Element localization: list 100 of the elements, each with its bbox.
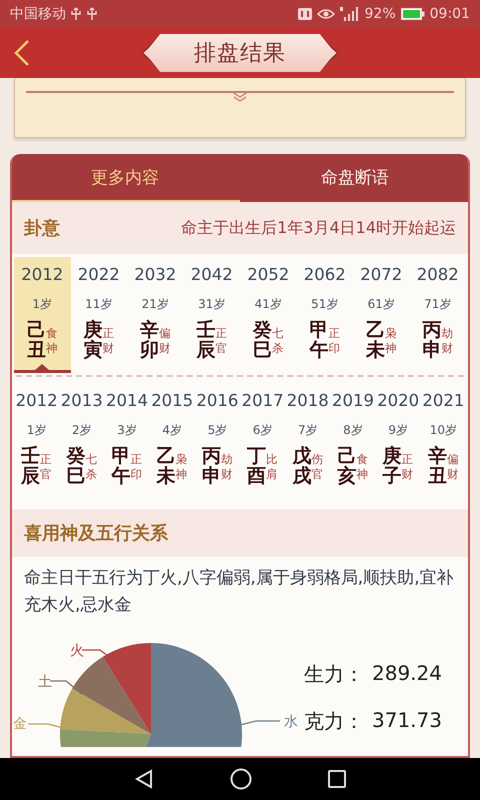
year-label: 2018 xyxy=(286,390,329,410)
god-char: 肩 xyxy=(266,466,278,482)
decade-cell[interactable]: 2082 71岁 丙 申 劫 财 xyxy=(410,257,466,373)
eye-icon xyxy=(316,8,335,20)
decade-cell[interactable]: 2032 21岁 辛 卯 偏 财 xyxy=(127,257,184,373)
age-label: 21岁 xyxy=(142,296,169,313)
god-char: 神 xyxy=(356,466,368,481)
recents-icon[interactable] xyxy=(328,770,346,788)
god-char: 神 xyxy=(176,466,188,482)
age-label: 51岁 xyxy=(311,296,338,313)
branch-char: 辰 xyxy=(196,340,216,361)
tab[interactable]: 命盘断语 xyxy=(240,154,468,202)
pie-label: 水 xyxy=(284,714,298,730)
year-label: 2013 xyxy=(60,390,103,410)
branch-char: 子 xyxy=(382,466,402,487)
year-cell[interactable]: 2014 3岁 甲 午 正 印 xyxy=(104,382,150,499)
battery-icon xyxy=(400,8,425,20)
age-label: 10岁 xyxy=(430,422,458,439)
age-label: 6岁 xyxy=(252,422,272,439)
god-char: 劫 xyxy=(220,452,233,467)
year-cell[interactable]: 2013 2岁 癸 巳 七 杀 xyxy=(59,382,104,499)
decade-cell[interactable]: 2022 11岁 庚 寅 正 财 xyxy=(70,257,127,373)
year-label: 2072 xyxy=(360,265,402,284)
year-cell[interactable]: 2021 10岁 辛 丑 偏 财 xyxy=(420,382,466,499)
year-cell[interactable]: 2019 8岁 己 亥 食 神 xyxy=(330,382,376,499)
home-icon[interactable] xyxy=(230,768,252,790)
status-time: 09:01 xyxy=(430,6,470,22)
age-label: 5岁 xyxy=(208,422,228,439)
god-char: 正 xyxy=(328,326,340,341)
branch-char: 巳 xyxy=(66,466,86,487)
age-label: 61岁 xyxy=(368,296,395,313)
stat-label: 生力： xyxy=(304,661,364,688)
stem-char: 壬 xyxy=(196,321,216,341)
pie-label: 土 xyxy=(38,674,52,690)
selected-marker-icon xyxy=(35,364,50,370)
god-char: 杀 xyxy=(85,466,98,482)
back-icon[interactable] xyxy=(134,769,154,789)
branch-char: 辰 xyxy=(21,466,40,487)
year-cell[interactable]: 2012 1岁 壬 辰 正 官 xyxy=(14,382,60,499)
year-label: 2012 xyxy=(21,265,64,284)
year-cell[interactable]: 2017 6岁 丁 酉 比 肩 xyxy=(240,382,286,499)
battery-percent: 92% xyxy=(364,6,396,22)
stem-char: 壬 xyxy=(21,446,40,467)
god-char: 食 xyxy=(46,326,58,341)
year-label: 2016 xyxy=(196,390,238,410)
year-label: 2032 xyxy=(134,265,176,284)
god-char: 神 xyxy=(46,340,58,356)
year-label: 2019 xyxy=(332,390,374,410)
stem-char: 甲 xyxy=(309,321,328,341)
year-cell[interactable]: 2018 7岁 戊 戌 伤 官 xyxy=(285,382,330,499)
stem-char: 丁 xyxy=(247,446,266,467)
age-label: 71岁 xyxy=(424,296,452,313)
chevron-down-icon xyxy=(231,91,249,103)
god-char: 食 xyxy=(356,452,368,466)
god-char: 七 xyxy=(85,452,98,467)
decade-cell[interactable]: 2042 31岁 壬 辰 正 官 xyxy=(184,257,240,373)
age-label: 8岁 xyxy=(343,422,363,439)
signal-icon xyxy=(340,7,360,21)
branch-char: 未 xyxy=(366,340,385,361)
year-cell[interactable]: 2015 4岁 乙 未 枭 神 xyxy=(150,382,195,499)
year-cell[interactable]: 2016 5岁 丙 申 劫 财 xyxy=(194,382,240,499)
god-char: 偏 xyxy=(158,326,171,341)
decade-cell[interactable]: 2062 51岁 甲 午 正 印 xyxy=(296,257,353,373)
god-char: 财 xyxy=(220,466,233,482)
god-char: 财 xyxy=(102,340,114,356)
decade-cell[interactable]: 2012 1岁 己 丑 食 神 xyxy=(14,257,70,373)
age-label: 2岁 xyxy=(72,422,92,439)
year-label: 2022 xyxy=(78,265,120,284)
year-label: 2015 xyxy=(151,390,194,410)
god-char: 枭 xyxy=(176,452,188,467)
stem-char: 癸 xyxy=(66,446,86,467)
year-label: 2052 xyxy=(247,265,290,284)
god-char: 劫 xyxy=(441,326,454,341)
stat-value: 371.73 xyxy=(372,708,442,734)
god-char: 官 xyxy=(40,466,52,482)
year-cell[interactable]: 2020 9岁 庚 子 正 财 xyxy=(376,382,421,499)
god-char: 官 xyxy=(311,466,324,482)
god-char: 正 xyxy=(215,326,228,340)
stem-char: 己 xyxy=(337,446,356,467)
stem-char: 丙 xyxy=(422,321,442,341)
stem-char: 丙 xyxy=(202,446,221,467)
branch-char: 戌 xyxy=(292,466,312,487)
branch-char: 未 xyxy=(156,466,176,487)
branch-char: 亥 xyxy=(337,466,356,487)
branch-char: 丑 xyxy=(26,340,46,361)
year-label: 2012 xyxy=(16,390,58,410)
god-char: 神 xyxy=(384,340,397,355)
decade-cell[interactable]: 2052 41岁 癸 巳 七 杀 xyxy=(240,257,296,373)
god-char: 枭 xyxy=(384,326,397,340)
decade-cell[interactable]: 2072 61岁 乙 未 枭 神 xyxy=(353,257,410,373)
god-char: 七 xyxy=(272,326,284,341)
god-char: 正 xyxy=(40,452,52,467)
branch-char: 寅 xyxy=(83,340,102,361)
branch-char: 巳 xyxy=(252,340,272,361)
god-char: 伤 xyxy=(311,452,324,467)
stem-char: 癸 xyxy=(252,321,272,341)
god-char: 正 xyxy=(402,452,414,467)
age-label: 1岁 xyxy=(32,296,52,313)
stem-char: 己 xyxy=(26,321,46,341)
age-label: 4岁 xyxy=(162,422,182,439)
